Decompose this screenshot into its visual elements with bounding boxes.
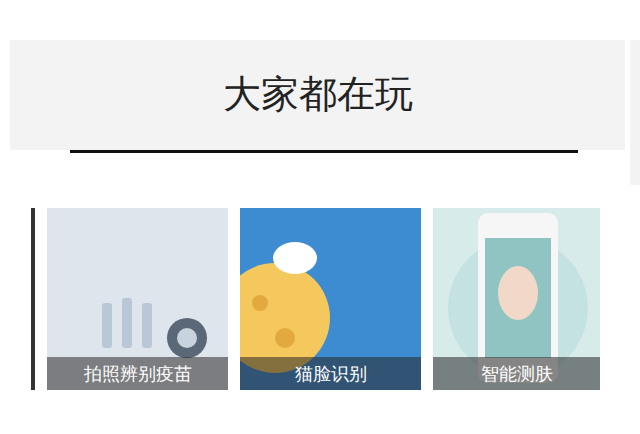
title-underline (70, 150, 578, 153)
section-title: 大家都在玩 (223, 72, 413, 118)
feature-card[interactable]: 拍照辨别疫苗 (47, 208, 228, 390)
card-label: 智能测肤 (433, 357, 600, 390)
feature-card[interactable]: 智能测肤 (433, 208, 600, 390)
scroll-strip (630, 40, 640, 185)
card-label: 拍照辨别疫苗 (47, 357, 228, 390)
section-header: 大家都在玩 (10, 40, 625, 150)
feature-card[interactable]: 猫脸识别 (240, 208, 421, 390)
card-label: 猫脸识别 (240, 357, 421, 390)
card-carousel[interactable]: 拍照辨别疫苗猫脸识别智能测肤 (0, 208, 640, 390)
previous-card-edge[interactable] (31, 208, 35, 390)
